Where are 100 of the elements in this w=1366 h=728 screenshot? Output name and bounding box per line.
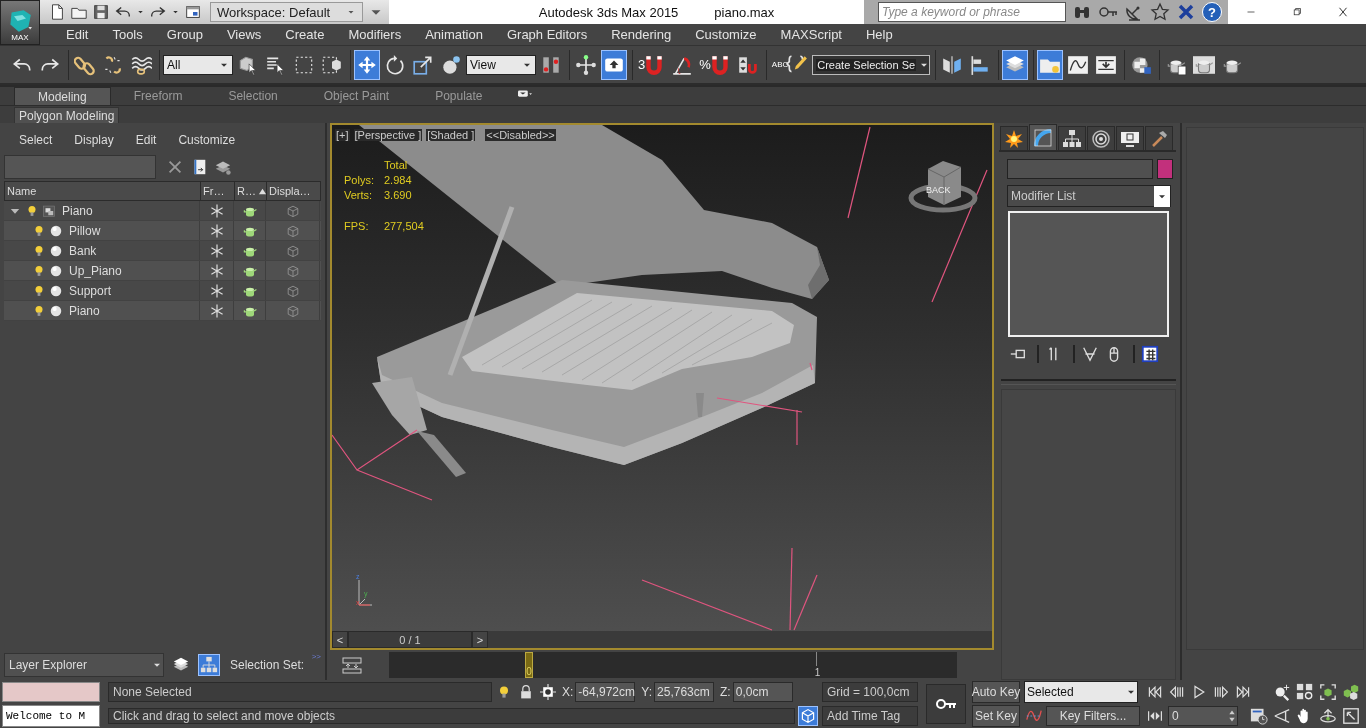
close-icon[interactable]	[166, 158, 184, 176]
workspace-dropdown[interactable]: Workspace: Default	[210, 2, 364, 22]
tool-button[interactable]	[1037, 49, 1064, 80]
color-swatch[interactable]	[1157, 159, 1173, 179]
object-name[interactable]: Pillow	[66, 223, 101, 238]
app-menu-button[interactable]: MAX	[0, 0, 40, 45]
layer-dropdown[interactable]: Layer Explorer	[4, 653, 164, 677]
fork-icon[interactable]	[1081, 345, 1099, 363]
object-name[interactable]: Up_Piano	[66, 263, 122, 278]
skip-end-icon[interactable]	[1234, 684, 1252, 700]
viewport-label[interactable]: [Perspective ]	[353, 129, 423, 141]
ribbon-tab[interactable]: Populate	[412, 87, 506, 105]
tool-button[interactable]	[354, 49, 380, 80]
ribbon-tab[interactable]: Selection	[205, 87, 301, 105]
tool-button[interactable]: %	[697, 49, 733, 80]
menu-item[interactable]: Animation	[413, 27, 495, 42]
viewcube-drawing[interactable]	[908, 161, 978, 213]
time-slider-track[interactable]: < 0 / 1 >	[332, 631, 992, 648]
menu-item[interactable]: Customize	[167, 133, 247, 147]
help-button[interactable]: ?	[1202, 2, 1222, 22]
next-frame-button[interactable]: >	[472, 631, 488, 648]
menu-item[interactable]: Customize	[683, 27, 769, 42]
skip-start-icon[interactable]	[1146, 684, 1164, 700]
object-name[interactable]: Piano	[66, 303, 100, 318]
viewport-label[interactable]: [+]	[335, 129, 350, 141]
menu-item[interactable]: Help	[854, 27, 905, 42]
ribbon-tab[interactable]: Modeling	[14, 87, 111, 105]
next-frame-icon[interactable]	[1212, 684, 1230, 700]
menu-item[interactable]: Display	[63, 133, 125, 147]
name-field[interactable]	[1007, 159, 1153, 179]
timeline-icon[interactable]	[341, 655, 363, 675]
modifier-list-dropdown[interactable]: Modifier List	[1007, 185, 1171, 207]
ribbon-tab[interactable]: Object Paint	[300, 87, 413, 105]
viewport-label[interactable]: [Shaded ]	[426, 129, 476, 141]
clock-panel-icon[interactable]	[1250, 707, 1268, 725]
snowflake-icon[interactable]	[208, 242, 225, 259]
floppy-icon[interactable]	[92, 3, 110, 21]
snowflake-icon[interactable]	[208, 222, 225, 239]
viewport-label[interactable]: <<Disabled>>	[485, 129, 556, 141]
panel-tab[interactable]	[1000, 126, 1028, 150]
object-name[interactable]: Support	[66, 283, 112, 298]
dropdown[interactable]: All	[163, 54, 233, 75]
column-header[interactable]: R…	[235, 182, 267, 200]
set-key-mode-button[interactable]: Set Key	[972, 705, 1020, 727]
cubes-icon[interactable]	[1342, 683, 1360, 701]
menu-item[interactable]: Group	[154, 27, 215, 42]
frame-spinner[interactable]: 0	[1168, 706, 1238, 726]
frame-marker[interactable]: 0	[525, 652, 533, 678]
column-header[interactable]: Displa…	[267, 182, 321, 200]
zoom-extents-icon[interactable]	[1319, 683, 1337, 701]
dropdown[interactable]: Create Selection Se	[812, 54, 931, 75]
window-icon[interactable]	[184, 3, 202, 21]
search-field[interactable]: Type a keyword or phrase	[878, 2, 1066, 22]
add-time-tag-button[interactable]: Add Time Tag	[822, 706, 918, 726]
coordinate-field[interactable]: 0,0cm	[732, 682, 793, 702]
column-header[interactable]: Fr…	[201, 182, 235, 200]
coordinate-field[interactable]: -64,972cm	[575, 682, 636, 702]
key-filters-button[interactable]: Key Filters...	[1046, 706, 1140, 726]
menu-item[interactable]: Tools	[100, 27, 155, 42]
x-mark-icon[interactable]	[1176, 2, 1196, 22]
key-mode-dropdown[interactable]: Selected	[1024, 681, 1138, 703]
auto-key-button[interactable]: Auto Key	[972, 681, 1020, 703]
zoom-all-icon[interactable]	[1296, 683, 1314, 701]
coordinate-field[interactable]: 25,763cm	[654, 682, 715, 702]
orbit-icon[interactable]	[1319, 707, 1337, 725]
key-mode-icon[interactable]	[1146, 708, 1164, 724]
menu-item[interactable]: Rendering	[599, 27, 684, 42]
search-field[interactable]	[4, 155, 156, 179]
maximize-icon[interactable]	[1342, 707, 1360, 725]
menu-item[interactable]: Views	[214, 27, 274, 42]
track-bar[interactable]: 0 1	[389, 652, 957, 678]
tool-button[interactable]: 3	[636, 49, 668, 80]
crosshair-square-icon[interactable]	[540, 684, 556, 700]
menu-item[interactable]: Create	[273, 27, 337, 42]
previous-frame-button[interactable]: <	[332, 631, 348, 648]
tool-button[interactable]: ABC	[769, 49, 811, 80]
snowflake-icon[interactable]	[208, 262, 225, 279]
grid-window-icon[interactable]	[1141, 345, 1159, 363]
panel-tab[interactable]	[1145, 126, 1173, 150]
tool-button[interactable]	[601, 49, 627, 80]
panel-tab[interactable]	[1029, 124, 1057, 150]
menu-item[interactable]: Select	[8, 133, 64, 147]
script-input-field[interactable]	[2, 682, 100, 702]
snowflake-icon[interactable]	[208, 302, 225, 319]
zoom-icon[interactable]	[1273, 683, 1291, 701]
dropdown[interactable]: View	[466, 54, 536, 75]
tool-button[interactable]	[1002, 49, 1029, 80]
panel-tab[interactable]	[1058, 126, 1086, 150]
object-name[interactable]: Bank	[66, 243, 97, 258]
menu-item[interactable]: MAXScript	[768, 27, 854, 42]
snowflake-icon[interactable]	[208, 282, 225, 299]
star-icon[interactable]	[1150, 2, 1170, 22]
panel-tab[interactable]	[1116, 126, 1144, 150]
menu-item[interactable]: Modifiers	[336, 27, 414, 42]
lock-icon[interactable]	[518, 684, 534, 700]
snowflake-icon[interactable]	[208, 202, 225, 219]
field-of-view-icon[interactable]	[1273, 707, 1291, 725]
menu-item[interactable]: Edit	[124, 133, 168, 147]
set-key-button[interactable]	[926, 684, 966, 724]
menu-item[interactable]: Edit	[54, 27, 101, 42]
